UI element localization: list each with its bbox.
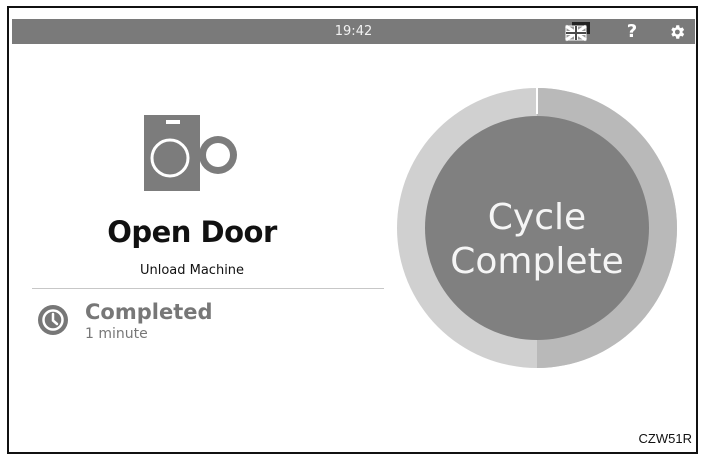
unload-message: Unload Machine [139, 263, 245, 278]
help-icon[interactable]: ? [620, 19, 644, 44]
completion-time: 1 minute [85, 326, 148, 342]
washing-machine-open-door-icon [144, 115, 240, 191]
completion-label: Completed [85, 300, 213, 324]
language-flag-icon[interactable] [560, 19, 596, 44]
figure-code: CZW51R [638, 431, 692, 446]
settings-gear-icon[interactable] [664, 19, 690, 44]
door-message: Open Door [107, 215, 277, 249]
cycle-line-2: Complete [450, 241, 624, 282]
cycle-line-1: Cycle [487, 197, 587, 238]
status-panel: Open Door Unload Machine Completed 1 min… [19, 68, 384, 368]
clock-icon [36, 303, 70, 337]
screen-frame: 19:42 ? Open Door Unload Machine Complet… [7, 6, 698, 454]
cycle-complete-text: Cycle Complete [410, 196, 664, 284]
divider [32, 288, 384, 289]
top-status-bar: 19:42 ? [12, 19, 695, 44]
